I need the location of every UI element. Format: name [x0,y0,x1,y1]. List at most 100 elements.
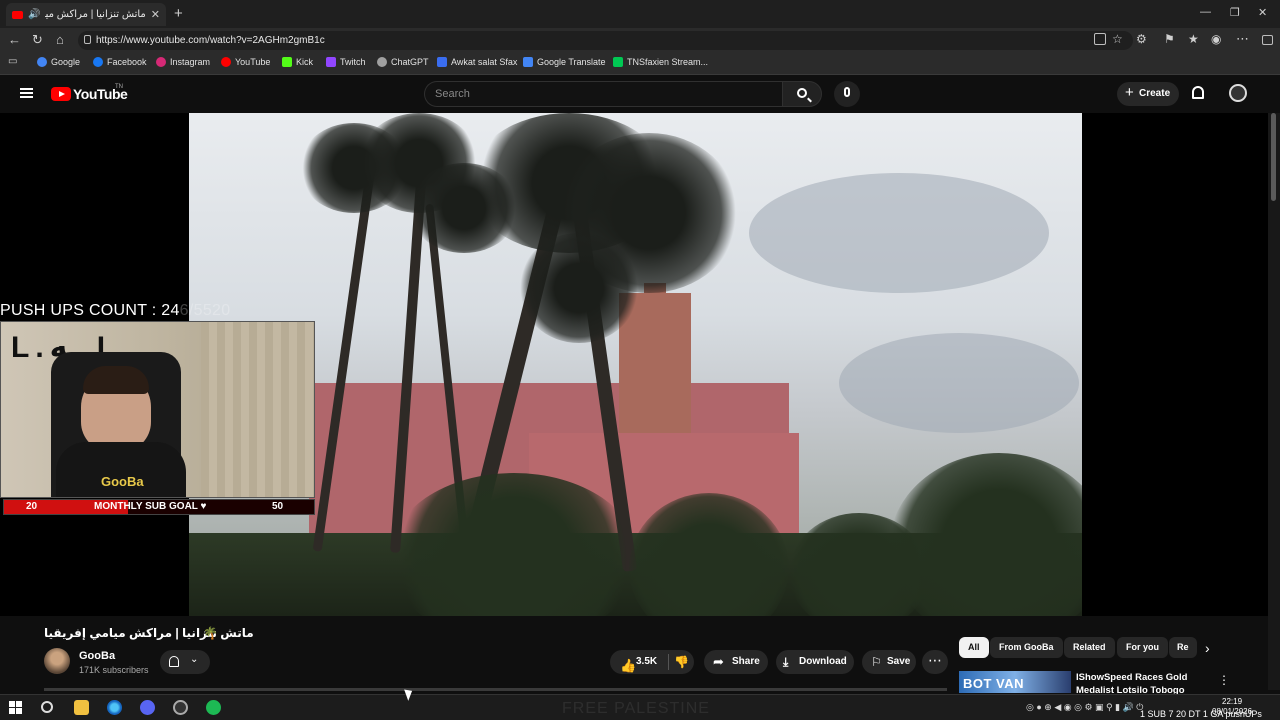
maximize-button[interactable]: ❐ [1230,6,1240,19]
sub-goal-current: 20 [26,501,38,512]
split-screen-icon[interactable] [1094,33,1106,45]
share-icon: ➦ [713,654,724,669]
search-input[interactable]: Search [424,81,782,107]
spotify-icon[interactable] [206,700,221,715]
pushups-counter-overlay: PUSH UPS COUNT : 246/5520 [0,302,231,319]
search-taskbar-icon[interactable] [41,701,53,713]
obs-icon[interactable] [173,700,188,715]
chip-all[interactable]: All [959,637,989,658]
dislike-icon[interactable]: 👎 [674,650,689,674]
bookmark-tnsfaxien[interactable]: TNSfaxien Stream... [613,57,708,67]
tray-icons[interactable]: ◎ ● ⊕ ◀ ◉ ◎ ⚙ ▣ ⚲ ▮ 🔊 ⏻ [1026,702,1143,713]
minimize-button[interactable]: — [1200,6,1211,18]
file-explorer-icon[interactable] [74,700,89,715]
facebook-icon [93,57,103,67]
discord-icon[interactable] [140,700,155,715]
palm-tree-icon: 🌴 [203,626,218,640]
new-tab-button[interactable]: + [174,5,183,22]
kick-icon [282,57,292,67]
recommendation-menu-icon[interactable]: ⋮ [1218,673,1230,687]
url-field[interactable]: https://www.youtube.com/watch?v=2AGHm2gm… [78,31,1133,50]
video-title: ماتش تنزانيا | مراكش ميامي إفريقيا [44,626,254,640]
twitch-icon [326,57,336,67]
bookmark-google-translate[interactable]: Google Translate [523,57,606,67]
subscription-bell-button[interactable]: ⌄ [160,650,210,674]
lock-icon[interactable] [84,35,91,44]
browser-tab-strip: 🔊 ماتش تنزانيا | مراكش ميامي إفريقيا ✕ +… [0,0,1280,28]
like-count[interactable]: 3.5K [636,650,657,674]
channel-avatar[interactable] [44,648,70,674]
microphone-icon [844,87,850,97]
notifications-bell-icon[interactable] [1192,86,1204,99]
download-icon: ⤓ [783,655,789,669]
save-button[interactable]: ⚐ Save [862,650,916,674]
youtube-logo-icon[interactable] [51,87,71,101]
bookmark-awkat-salat[interactable]: Awkat salat Sfax [437,57,517,67]
bookmark-instagram[interactable]: Instagram [156,57,210,67]
sub-goal-target: 50 [272,501,284,512]
favorite-star-icon[interactable]: ☆ [1112,32,1123,46]
search-icon [797,88,807,98]
more-actions-button[interactable]: ⋯ [922,650,948,674]
chip-related[interactable]: Related [1064,637,1115,658]
cloud [839,333,1079,433]
channel-name[interactable]: GooBa [79,650,115,662]
browser-menu-icon[interactable]: ⋯ [1236,31,1249,47]
back-arrow-icon[interactable]: ← [8,32,21,47]
close-window-button[interactable]: ✕ [1258,6,1267,19]
bookmark-kick[interactable]: Kick [282,57,313,67]
palm-frond [519,233,639,343]
video-frame[interactable] [189,113,1082,616]
streamer-hair [83,366,149,394]
collections-icon[interactable]: ⚑ [1164,32,1175,46]
chip-recently-uploaded[interactable]: Re [1169,637,1197,658]
speaker-icon[interactable]: 🔊 [28,9,40,20]
extensions-icon[interactable]: ⚙ [1136,32,1147,46]
search-button[interactable] [782,81,822,107]
google-icon [37,57,47,67]
chevron-down-icon: ⌄ [190,654,199,665]
bookmark-youtube[interactable]: YouTube [221,57,270,67]
thumbnail-text: BOT VAN [963,676,1025,691]
scrollbar-thumb[interactable] [1271,113,1276,201]
hamburger-menu-icon[interactable] [20,88,33,98]
cloud [749,173,1049,293]
google-translate-icon [523,57,533,67]
awkat-salat-icon [437,57,447,67]
home-icon[interactable]: ⌂ [56,32,64,47]
windows-start-icon[interactable] [9,701,22,714]
tab-close-icon[interactable]: ✕ [151,8,160,21]
download-button[interactable]: ⤓ Download [776,650,854,674]
streamer-webcam: L.ــه.L GooBa [0,321,315,498]
bookmark-twitch[interactable]: Twitch [326,57,366,67]
share-button[interactable]: ➦ Share [704,650,768,674]
chip-for-you[interactable]: For you [1117,637,1168,658]
account-avatar[interactable] [1229,84,1247,102]
stream-bottom-overlay: 1 SUB 7 20 DT 1 GA pushUPs [1140,709,1262,719]
bookmarks-bar: ▭ Google Facebook Instagram YouTube Kick… [0,53,1280,75]
sidebar-toggle-icon[interactable] [1262,35,1273,45]
bookmark-chatgpt[interactable]: ChatGPT [377,57,429,67]
recommended-video-thumbnail[interactable]: BOT VAN [959,671,1071,693]
reading-list-icon[interactable]: ▭ [8,56,17,67]
chevron-right-icon[interactable]: › [1205,640,1210,656]
bookmark-google[interactable]: Google [37,57,80,67]
tab-title: ماتش تنزانيا | مراكش ميامي إفريقيا [45,9,146,20]
chip-from-gooba[interactable]: From GooBa [990,637,1063,658]
youtube-header: YouTube TN Search Create [0,76,1280,113]
like-button[interactable]: 👍 [620,654,636,678]
refresh-icon[interactable]: ↻ [32,32,43,48]
favorites-icon[interactable]: ★ [1188,32,1199,46]
bell-icon [169,656,179,667]
profile-icon[interactable]: ◉ [1211,32,1221,46]
address-bar-row: ← ↻ ⌂ https://www.youtube.com/watch?v=2A… [0,28,1280,53]
browser-tab-active[interactable]: 🔊 ماتش تنزانيا | مراكش ميامي إفريقيا ✕ [6,3,166,26]
voice-search-button[interactable] [834,81,860,107]
create-button[interactable]: Create [1117,81,1179,106]
shirt-logo: GooBa [101,474,144,489]
edge-browser-icon[interactable] [107,700,122,715]
youtube-favicon-icon [12,10,23,19]
instagram-icon [156,57,166,67]
bookmark-facebook[interactable]: Facebook [93,57,147,67]
comments-divider [44,688,947,691]
